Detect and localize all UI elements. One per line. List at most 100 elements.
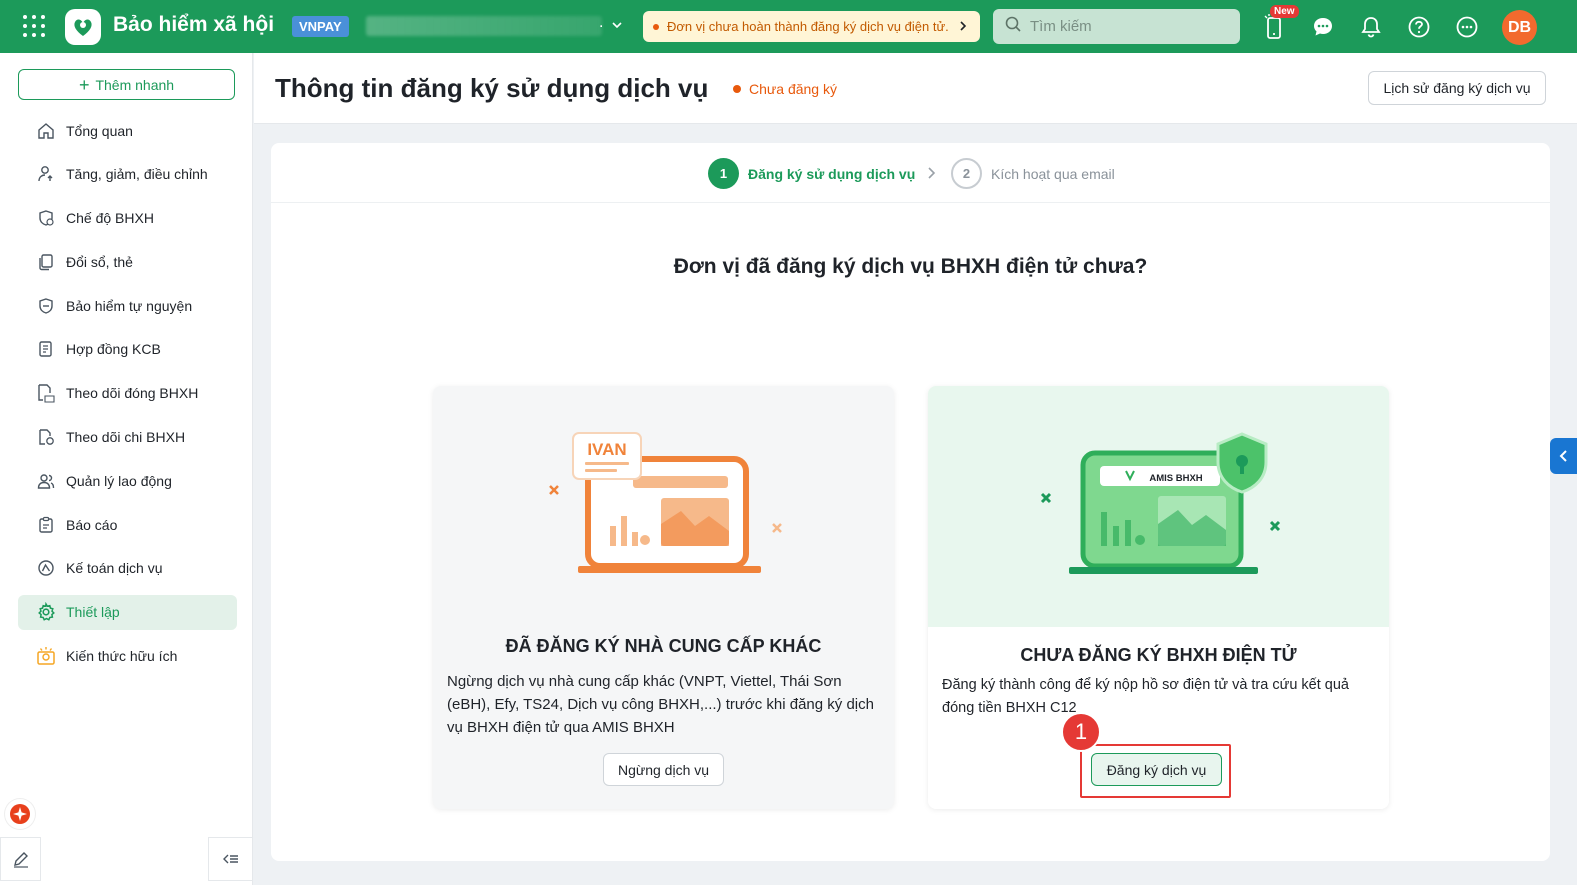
avatar[interactable]: DB [1502,10,1537,45]
sidebar-item-label: Báo cáo [66,516,118,533]
sidebar-item-overview[interactable]: Tổng quan [18,113,237,148]
clipboard-icon [36,515,56,535]
accounting-icon [36,558,56,578]
step-number: 1 [708,158,739,189]
ivan-illustration: IVAN [433,386,894,627]
company-name-suffix: . [599,14,604,31]
option-description: Đăng ký thành công để ký nộp hồ sơ điện … [942,677,1349,716]
apps-grid-icon[interactable] [23,15,45,37]
more-icon[interactable] [1454,14,1480,40]
alert-text: Đơn vị chưa hoàn thành đăng ký dịch vụ đ… [667,19,949,34]
side-panel-toggle[interactable] [1550,438,1577,474]
sidebar-item-label: Theo dõi chi BHXH [66,429,186,446]
sidebar-item-label: Tổng quan [66,122,133,139]
sidebar-item-knowledge[interactable]: Kiến thức hữu ích [18,639,237,674]
quick-add-label: Thêm nhanh [95,76,175,93]
stop-service-button[interactable]: Ngừng dịch vụ [603,753,724,786]
users-icon [36,471,56,491]
option-title: ĐÃ ĐĂNG KÝ NHÀ CUNG CẤP KHÁC [505,636,822,656]
new-badge: New [1270,5,1299,18]
sidebar-item-label: Thiết lập [66,604,120,621]
alert-dot [653,23,659,30]
gear-icon [36,602,56,622]
sidebar-item-track-expense[interactable]: Theo dõi chi BHXH [18,420,237,455]
search-box[interactable] [993,9,1240,44]
sidebar-item-settings[interactable]: Thiết lập [18,594,237,630]
step-register[interactable]: 1 Đăng ký sử dụng dịch vụ [708,158,915,189]
vnpay-badge: VNPAY [292,16,349,37]
pencil-icon [13,852,28,868]
chevron-left-icon [1559,450,1567,462]
help-icon[interactable] [1406,14,1432,40]
option-description: Ngừng dịch vụ nhà cung cấp khác (VNPT, V… [447,673,874,736]
page-header: Thông tin đăng ký sử dụng dịch vụ Chưa đ… [254,53,1577,124]
amis-label: AMIS BHXH [1149,473,1202,484]
sidebar: + Thêm nhanh Tổng quan Tăng, giảm, điều … [0,53,253,885]
collapse-sidebar-button[interactable] [208,837,253,881]
chevron-down-icon[interactable] [611,18,623,36]
sidebar-item-bhxh-regime[interactable]: Chế độ BHXH [18,201,237,236]
step-label: Kích hoạt qua email [991,165,1115,182]
sidebar-item-labor-management[interactable]: Quản lý lao động [18,463,237,498]
registration-alert[interactable]: Đơn vị chưa hoàn thành đăng ký dịch vụ đ… [643,11,980,42]
sidebar-item-label: Hợp đồng KCB [66,341,161,358]
home-icon [36,121,56,141]
app-logo-icon [65,9,101,45]
copy-icon [36,252,56,272]
annotation-marker: 1 [1061,712,1101,752]
sidebar-nav: Tổng quan Tăng, giảm, điều chỉnh Chế độ … [18,113,237,682]
annotation-highlight-box [1080,744,1231,798]
contract-icon [36,339,56,359]
chevron-right-icon [926,166,936,185]
step-number: 2 [951,158,982,189]
edit-button[interactable] [0,837,41,881]
sidebar-item-label: Chế độ BHXH [66,210,154,227]
status-text: Chưa đăng ký [749,81,837,97]
ai-assistant-button[interactable] [5,799,35,829]
sidebar-item-label: Kế toán dịch vụ [66,560,163,577]
sidebar-item-label: Bảo hiểm tự nguyện [66,297,193,314]
stepper: 1 Đăng ký sử dụng dịch vụ 2 Kích hoạt qu… [271,143,1550,203]
sidebar-item-label: Đổi sổ, thẻ [66,253,133,270]
sidebar-item-label: Kiến thức hữu ích [66,648,178,665]
status-dot [733,85,741,93]
bell-icon[interactable] [1358,14,1384,40]
sidebar-item-adjustments[interactable]: Tăng, giảm, điều chỉnh [18,157,237,192]
sparkle-icon [10,804,30,824]
user-arrow-icon [36,164,56,184]
search-icon [1005,16,1022,38]
option-other-provider[interactable]: IVAN ĐÃ ĐĂNG KÝ NHÀ CUNG CẤP KHÁC Ngừng … [433,386,894,809]
sidebar-item-track-payment[interactable]: Theo dõi đóng BHXH [18,376,237,411]
sidebar-item-reports[interactable]: Báo cáo [18,507,237,542]
plus-icon: + [78,74,90,95]
search-input[interactable] [1030,18,1220,35]
sidebar-item-voluntary-insurance[interactable]: Bảo hiểm tự nguyện [18,288,237,323]
top-bar: Bảo hiểm xã hội VNPAY . Đơn vị chưa hoàn… [0,0,1577,53]
sidebar-item-accounting-service[interactable]: Kế toán dịch vụ [18,551,237,586]
sidebar-item-book-card[interactable]: Đổi sổ, thẻ [18,244,237,279]
registration-history-button[interactable]: Lịch sử đăng ký dịch vụ [1368,71,1546,105]
page-title: Thông tin đăng ký sử dụng dịch vụ [275,73,709,103]
option-title: CHƯA ĐĂNG KÝ BHXH ĐIỆN TỬ [1020,645,1297,665]
ivan-label: IVAN [587,440,626,459]
shield-heart-icon [36,208,56,228]
sidebar-item-kcb-contract[interactable]: Hợp đồng KCB [18,332,237,367]
registration-question: Đơn vị đã đăng ký dịch vụ BHXH điện tử c… [673,255,1148,278]
registration-card: 1 Đăng ký sử dụng dịch vụ 2 Kích hoạt qu… [271,143,1550,861]
sidebar-item-label: Quản lý lao động [66,472,172,489]
status-badge: Chưa đăng ký [733,81,837,97]
c12-doc-icon [36,383,56,403]
app-name: Bảo hiểm xã hội [113,13,275,36]
amis-illustration: AMIS BHXH [928,386,1389,627]
company-name-blurred[interactable] [366,16,602,36]
step-label: Đăng ký sử dụng dịch vụ [748,165,916,182]
sidebar-item-label: Tăng, giảm, điều chỉnh [66,166,208,183]
step-activate-email[interactable]: 2 Kích hoạt qua email [951,158,1115,189]
chat-icon[interactable] [1310,14,1336,40]
chevron-right-icon [958,20,968,35]
collapse-icon [222,854,238,864]
shield-icon [36,296,56,316]
quick-add-button[interactable]: + Thêm nhanh [18,69,235,100]
knowledge-icon [36,646,56,666]
sidebar-item-label: Theo dõi đóng BHXH [66,385,199,402]
